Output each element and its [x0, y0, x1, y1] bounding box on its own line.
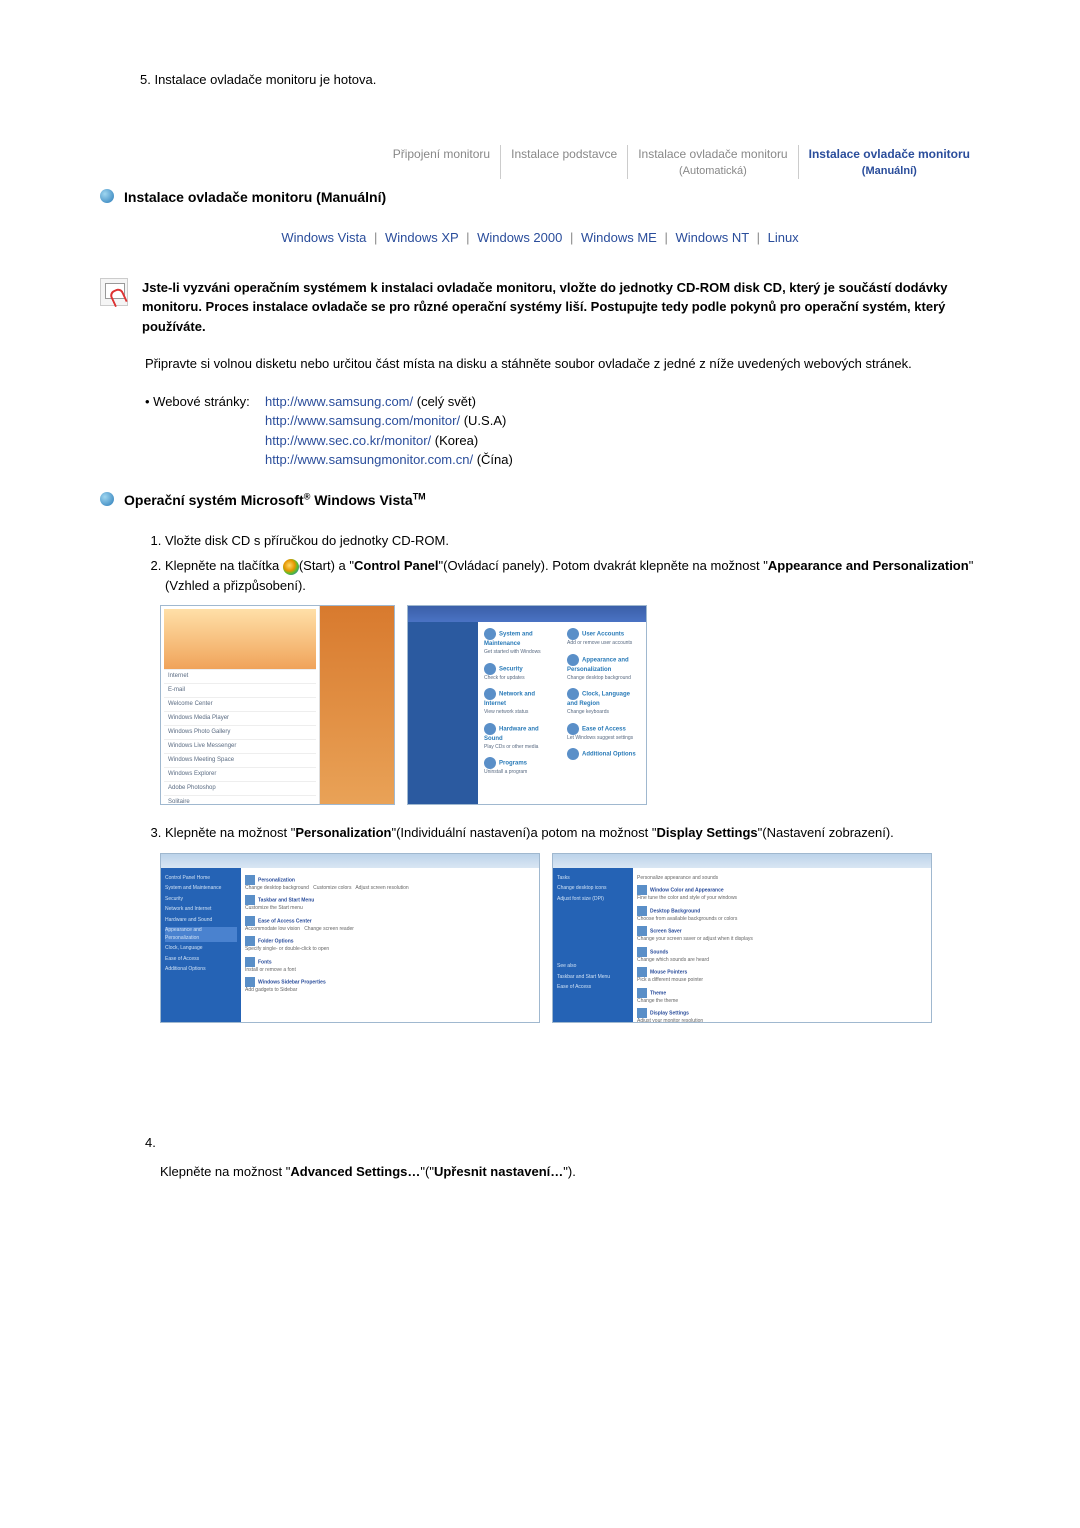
section-title-vista: Operační systém Microsoft® Windows Vista…: [124, 490, 426, 511]
nav-label: Instalace ovladače monitoru: [638, 147, 787, 161]
windows-start-icon: [283, 559, 299, 575]
prepare-paragraph: Připravte si volnou disketu nebo určitou…: [145, 354, 980, 374]
website-label: Webové stránky:: [145, 394, 250, 409]
separator: |: [462, 230, 473, 245]
section-title: Instalace ovladače monitoru (Manuální): [124, 187, 386, 208]
step3-screenshots: Control Panel Home System and Maintenanc…: [160, 853, 980, 1023]
link-region: (Čína): [477, 452, 513, 467]
sec-korea-link[interactable]: http://www.sec.co.kr/monitor/: [265, 433, 431, 448]
separator: |: [370, 230, 381, 245]
intro-step-5: 5. Instalace ovladače monitoru je hotova…: [140, 70, 980, 90]
bullet-icon: [100, 189, 114, 203]
link-region: (Korea): [435, 433, 478, 448]
warning-text: Jste-li vyzváni operačním systémem k ins…: [142, 278, 980, 337]
nav-label: Připojení monitoru: [393, 147, 490, 161]
separator: |: [660, 230, 671, 245]
link-linux[interactable]: Linux: [768, 230, 799, 245]
website-list: Webové stránky: http://www.samsung.com/ …: [145, 392, 980, 470]
nav-sublabel: (Manuální): [809, 163, 970, 180]
os-links-row: Windows Vista | Windows XP | Windows 200…: [100, 228, 980, 248]
link-windows-nt[interactable]: Windows NT: [676, 230, 749, 245]
step-4-number: 4.: [145, 1133, 980, 1153]
page-nav-tabs: Připojení monitoru Instalace podstavce I…: [100, 145, 980, 180]
warning-icon: [100, 278, 128, 306]
nav-tab-stand[interactable]: Instalace podstavce: [500, 145, 627, 180]
step-4-text: Klepněte na možnost "Advanced Settings…"…: [160, 1162, 980, 1182]
link-region: (U.S.A): [464, 413, 507, 428]
step-1: Vložte disk CD s příručkou do jednotky C…: [165, 531, 980, 551]
nav-label: Instalace podstavce: [511, 147, 617, 161]
step-3: Klepněte na možnost "Personalization"(In…: [165, 823, 980, 843]
step-2: Klepněte na tlačítka (Start) a "Control …: [165, 556, 980, 595]
vista-steps-list: Vložte disk CD s příručkou do jednotky C…: [165, 531, 980, 596]
link-windows-me[interactable]: Windows ME: [581, 230, 657, 245]
samsung-global-link[interactable]: http://www.samsung.com/: [265, 394, 413, 409]
screenshot-control-panel: System and MaintenanceGet started with W…: [407, 605, 647, 805]
link-windows-2000[interactable]: Windows 2000: [477, 230, 562, 245]
nav-tab-manual[interactable]: Instalace ovladače monitoru (Manuální): [798, 145, 980, 180]
link-windows-vista[interactable]: Windows Vista: [281, 230, 366, 245]
nav-tab-connect[interactable]: Připojení monitoru: [383, 145, 500, 180]
screenshot-start-menu: Internet E-mail Welcome Center Windows M…: [160, 605, 395, 805]
link-region: (celý svět): [417, 394, 476, 409]
nav-label: Instalace ovladače monitoru: [809, 147, 970, 161]
samsung-monitor-usa-link[interactable]: http://www.samsung.com/monitor/: [265, 413, 460, 428]
screenshot-personalization-1: Control Panel Home System and Maintenanc…: [160, 853, 540, 1023]
nav-sublabel: (Automatická): [638, 163, 787, 180]
link-windows-xp[interactable]: Windows XP: [385, 230, 458, 245]
separator: |: [566, 230, 577, 245]
warning-note: Jste-li vyzváni operačním systémem k ins…: [100, 278, 980, 337]
bullet-icon: [100, 492, 114, 506]
screenshot-personalization-2: Tasks Change desktop icons Adjust font s…: [552, 853, 932, 1023]
separator: |: [753, 230, 764, 245]
section-heading-vista: Operační systém Microsoft® Windows Vista…: [100, 490, 980, 511]
step2-screenshots: Internet E-mail Welcome Center Windows M…: [160, 605, 980, 805]
section-heading-manual: Instalace ovladače monitoru (Manuální): [100, 187, 980, 208]
samsung-china-link[interactable]: http://www.samsungmonitor.com.cn/: [265, 452, 473, 467]
nav-tab-auto[interactable]: Instalace ovladače monitoru (Automatická…: [627, 145, 797, 180]
vista-steps-list-3: Klepněte na možnost "Personalization"(In…: [165, 823, 980, 843]
